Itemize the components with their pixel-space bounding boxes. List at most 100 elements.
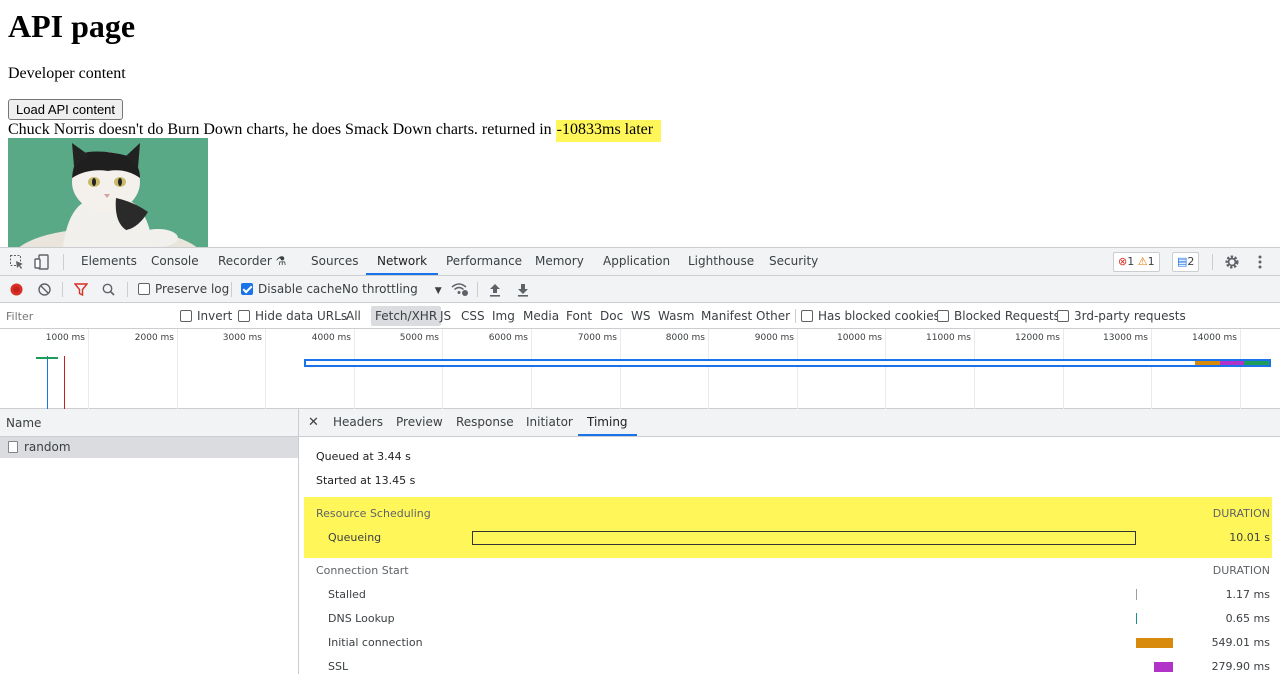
section-title: Connection Start (316, 564, 409, 577)
checkbox-box (801, 310, 813, 322)
filter-type-doc[interactable]: Doc (596, 306, 627, 326)
queueing-duration: 10.01 s (1229, 531, 1270, 544)
filter-type-manifest[interactable]: Manifest (697, 306, 756, 326)
clear-icon[interactable] (38, 283, 51, 296)
invert-checkbox[interactable]: Invert (180, 303, 232, 329)
timeline-gridline (354, 329, 355, 409)
error-icon: ⊗ (1118, 255, 1128, 268)
timeline-tick-label: 3000 ms (222, 333, 262, 343)
timeline-gridline (974, 329, 975, 409)
filter-type-font[interactable]: Font (562, 306, 596, 326)
disable-cache-checkbox[interactable]: Disable cache (241, 276, 342, 303)
blocked-requests-label: Blocked Requests (954, 309, 1060, 323)
filter-type-css[interactable]: CSS (457, 306, 489, 326)
filter-icon[interactable] (73, 283, 89, 297)
device-toolbar-icon[interactable] (34, 254, 50, 270)
stalled-duration: 1.17 ms (1225, 588, 1270, 601)
tab-security[interactable]: Security (769, 248, 818, 275)
hide-data-urls-checkbox[interactable]: Hide data URLs (238, 303, 347, 329)
dns-lookup-row: DNS Lookup 0.65 ms (304, 607, 1272, 631)
connection-start-section: Connection Start DURATION Stalled 1.17 m… (304, 559, 1272, 674)
settings-gear-icon[interactable] (1224, 254, 1240, 270)
preserve-log-checkbox[interactable]: Preserve log (138, 276, 229, 303)
joke-text: Chuck Norris doesn't do Burn Down charts… (8, 121, 556, 138)
issues-badge[interactable]: ⊗1 ⚠1 (1113, 252, 1160, 272)
network-overview-timeline[interactable]: 1000 ms 2000 ms 3000 ms 4000 ms 5000 ms 6000 … (0, 329, 1280, 409)
filter-type-img[interactable]: Img (488, 306, 519, 326)
devtools-tabbar: Elements Console Recorder ⚗ Sources Netw… (0, 248, 1280, 276)
timeline-gridline (885, 329, 886, 409)
more-options-icon[interactable] (1252, 254, 1268, 270)
inspect-element-icon[interactable] (9, 254, 25, 270)
invert-label: Invert (197, 309, 233, 323)
load-api-button[interactable]: Load API content (8, 99, 124, 120)
initial-connection-bar (1136, 638, 1173, 648)
filter-type-js[interactable]: JS (436, 306, 455, 326)
timeline-gridline (88, 329, 89, 409)
tab-response[interactable]: Response (456, 409, 514, 436)
timeline-tick-label: 13000 ms (1103, 333, 1148, 343)
ssl-row: SSL 279.90 ms (304, 655, 1272, 679)
tab-headers[interactable]: Headers (333, 409, 383, 436)
filter-type-other[interactable]: Other (752, 306, 794, 326)
search-icon[interactable] (102, 283, 115, 296)
queueing-bar (472, 531, 1136, 545)
checkbox-box (138, 283, 150, 295)
tab-network[interactable]: Network (366, 248, 439, 275)
timeline-tick-label: 8000 ms (665, 333, 705, 343)
connect-segment (1195, 361, 1220, 365)
name-column-header[interactable]: Name (0, 409, 298, 437)
import-har-icon[interactable] (489, 283, 501, 297)
tab-memory[interactable]: Memory (535, 248, 584, 275)
tab-preview[interactable]: Preview (396, 409, 443, 436)
initial-connection-row: Initial connection 549.01 ms (304, 631, 1272, 655)
throttling-select[interactable]: No throttling ▼ (342, 276, 442, 303)
timeline-tick-label: 1000 ms (45, 333, 85, 343)
third-party-requests-checkbox[interactable]: 3rd-party requests (1057, 303, 1186, 329)
timeline-tick-label: 9000 ms (754, 333, 794, 343)
tab-recorder-label: Recorder (218, 254, 272, 268)
blocked-requests-checkbox[interactable]: Blocked Requests (937, 303, 1060, 329)
checkbox-box (1057, 310, 1069, 322)
network-conditions-icon[interactable] (451, 282, 469, 297)
dom-content-loaded-marker (47, 356, 48, 409)
network-toolbar: Preserve log Disable cache No throttling… (0, 276, 1280, 303)
record-icon[interactable] (10, 283, 23, 296)
early-request-bar (36, 357, 58, 359)
tab-console[interactable]: Console (151, 248, 199, 275)
close-detail-icon[interactable]: ✕ (308, 409, 319, 436)
request-row[interactable]: random (0, 437, 298, 458)
tab-elements[interactable]: Elements (81, 248, 137, 275)
toolbar-divider (63, 254, 64, 270)
tab-initiator[interactable]: Initiator (526, 409, 573, 436)
detail-tabbar: ✕ Headers Preview Response Initiator Tim… (299, 409, 1280, 437)
dns-lookup-duration: 0.65 ms (1225, 612, 1270, 625)
timeline-tick-label: 5000 ms (399, 333, 439, 343)
filter-type-wasm[interactable]: Wasm (654, 306, 698, 326)
toolbar-divider (231, 282, 232, 297)
queueing-row: Queueing 10.01 s (304, 526, 1272, 550)
has-blocked-cookies-checkbox[interactable]: Has blocked cookies (801, 303, 940, 329)
tab-sources[interactable]: Sources (311, 248, 358, 275)
timeline-tick-label: 11000 ms (926, 333, 971, 343)
returned-time-highlight: -10833ms later (555, 120, 662, 142)
tab-timing[interactable]: Timing (578, 409, 637, 436)
tab-application[interactable]: Application (603, 248, 670, 275)
filter-input[interactable] (0, 306, 170, 326)
throttling-value: No throttling (342, 282, 418, 296)
disable-cache-label: Disable cache (258, 282, 342, 296)
tab-lighthouse[interactable]: Lighthouse (688, 248, 754, 275)
filter-type-media[interactable]: Media (519, 306, 563, 326)
messages-badge[interactable]: ▤2 (1172, 252, 1200, 272)
tab-performance[interactable]: Performance (446, 248, 522, 275)
checkbox-box-checked (241, 283, 253, 295)
filter-type-fetch-xhr[interactable]: Fetch/XHR (371, 306, 442, 326)
filter-type-ws[interactable]: WS (627, 306, 654, 326)
export-har-icon[interactable] (517, 283, 529, 297)
checkbox-box (238, 310, 250, 322)
tab-recorder[interactable]: Recorder ⚗ (218, 248, 286, 275)
initial-connection-duration: 549.01 ms (1211, 636, 1270, 649)
flask-icon: ⚗ (275, 254, 287, 268)
resource-scheduling-header: Resource Scheduling DURATION (304, 502, 1272, 526)
filter-type-all[interactable]: All (342, 306, 365, 326)
